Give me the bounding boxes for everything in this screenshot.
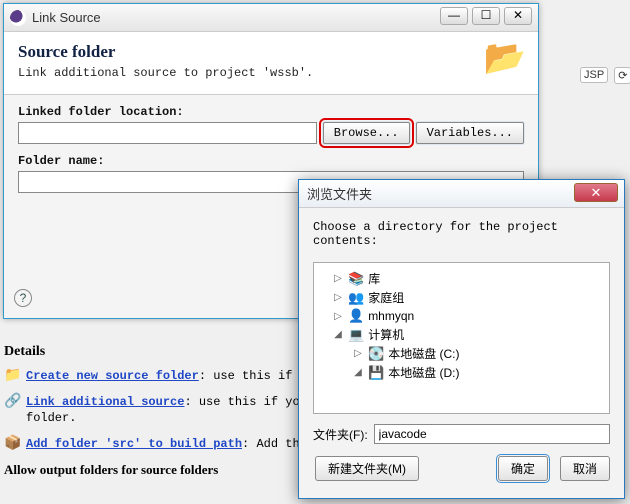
- bg-btn-refresh: ⟳: [614, 67, 630, 84]
- variables-button[interactable]: Variables...: [416, 122, 524, 144]
- browse-folder-dialog: 浏览文件夹 ✕ Choose a directory for the proje…: [298, 179, 625, 499]
- disk-icon: 💾: [368, 365, 384, 381]
- cancel-button[interactable]: 取消: [560, 456, 610, 481]
- tree-node-disk-d[interactable]: ◢💾本地磁盘 (D:): [318, 363, 605, 382]
- disk-icon: 💽: [368, 346, 384, 362]
- maximize-button[interactable]: ☐: [472, 7, 500, 25]
- new-folder-icon: 📁: [4, 368, 20, 384]
- minimize-button[interactable]: —: [440, 7, 468, 25]
- link-folder-icon: 🔗: [4, 394, 20, 426]
- collapse-icon[interactable]: ◢: [352, 367, 364, 378]
- eclipse-icon: [10, 10, 26, 26]
- folder-name-label: Folder name:: [18, 154, 524, 168]
- tree-node-disk-c[interactable]: ▷💽本地磁盘 (C:): [318, 344, 605, 363]
- folder-field-input[interactable]: [374, 424, 610, 444]
- linked-folder-label: Linked folder location:: [18, 105, 524, 119]
- dialog2-title-text: 浏览文件夹: [307, 184, 372, 203]
- folder-field-label: 文件夹(F):: [313, 426, 368, 443]
- bg-btn-jsp: JSP: [580, 67, 608, 83]
- add-folder-src-link[interactable]: Add folder 'src' to build path: [26, 437, 242, 451]
- ok-button[interactable]: 确定: [498, 456, 548, 481]
- tree-node-user[interactable]: ▷👤mhmyqn: [318, 307, 605, 325]
- link-additional-source-link[interactable]: Link additional source: [26, 395, 184, 409]
- collapse-icon[interactable]: ◢: [332, 329, 344, 340]
- help-button[interactable]: ?: [14, 289, 32, 307]
- tree-node-homegroup[interactable]: ▷👥家庭组: [318, 288, 605, 307]
- tree-node-libraries[interactable]: ▷📚库: [318, 269, 605, 288]
- tree-node-computer[interactable]: ◢💻计算机: [318, 325, 605, 344]
- dialog1-header: Source folder Link additional source to …: [4, 32, 538, 95]
- linked-folder-input[interactable]: [18, 122, 317, 144]
- create-new-source-folder-link[interactable]: Create new source folder: [26, 369, 199, 383]
- source-folder-heading: Source folder: [18, 42, 524, 62]
- expand-icon[interactable]: ▷: [332, 292, 344, 303]
- source-folder-subtext: Link additional source to project 'wssb'…: [18, 66, 524, 80]
- browse-button[interactable]: Browse...: [323, 122, 410, 144]
- background-toolbar: JSP ⟳ E: [580, 60, 630, 90]
- browse-prompt-text: Choose a directory for the project conte…: [313, 220, 610, 248]
- new-folder-button[interactable]: 新建文件夹(M): [315, 456, 419, 481]
- close-button[interactable]: ✕: [504, 7, 532, 25]
- dialog1-titlebar[interactable]: Link Source — ☐ ✕: [4, 4, 538, 32]
- folder-package-icon: 📂: [484, 38, 526, 78]
- package-icon: 📦: [4, 436, 20, 452]
- homegroup-icon: 👥: [348, 290, 364, 306]
- dialog2-titlebar[interactable]: 浏览文件夹 ✕: [299, 180, 624, 208]
- expand-icon[interactable]: ▷: [332, 273, 344, 284]
- dialog2-close-button[interactable]: ✕: [574, 183, 618, 202]
- computer-icon: 💻: [348, 327, 364, 343]
- expand-icon[interactable]: ▷: [332, 311, 344, 322]
- dialog1-title-text: Link Source: [32, 10, 101, 25]
- expand-icon[interactable]: ▷: [352, 348, 364, 359]
- folder-tree[interactable]: ▷📚库 ▷👥家庭组 ▷👤mhmyqn ◢💻计算机 ▷💽本地磁盘 (C:) ◢💾本…: [313, 262, 610, 414]
- user-icon: 👤: [348, 308, 364, 324]
- library-icon: 📚: [348, 271, 364, 287]
